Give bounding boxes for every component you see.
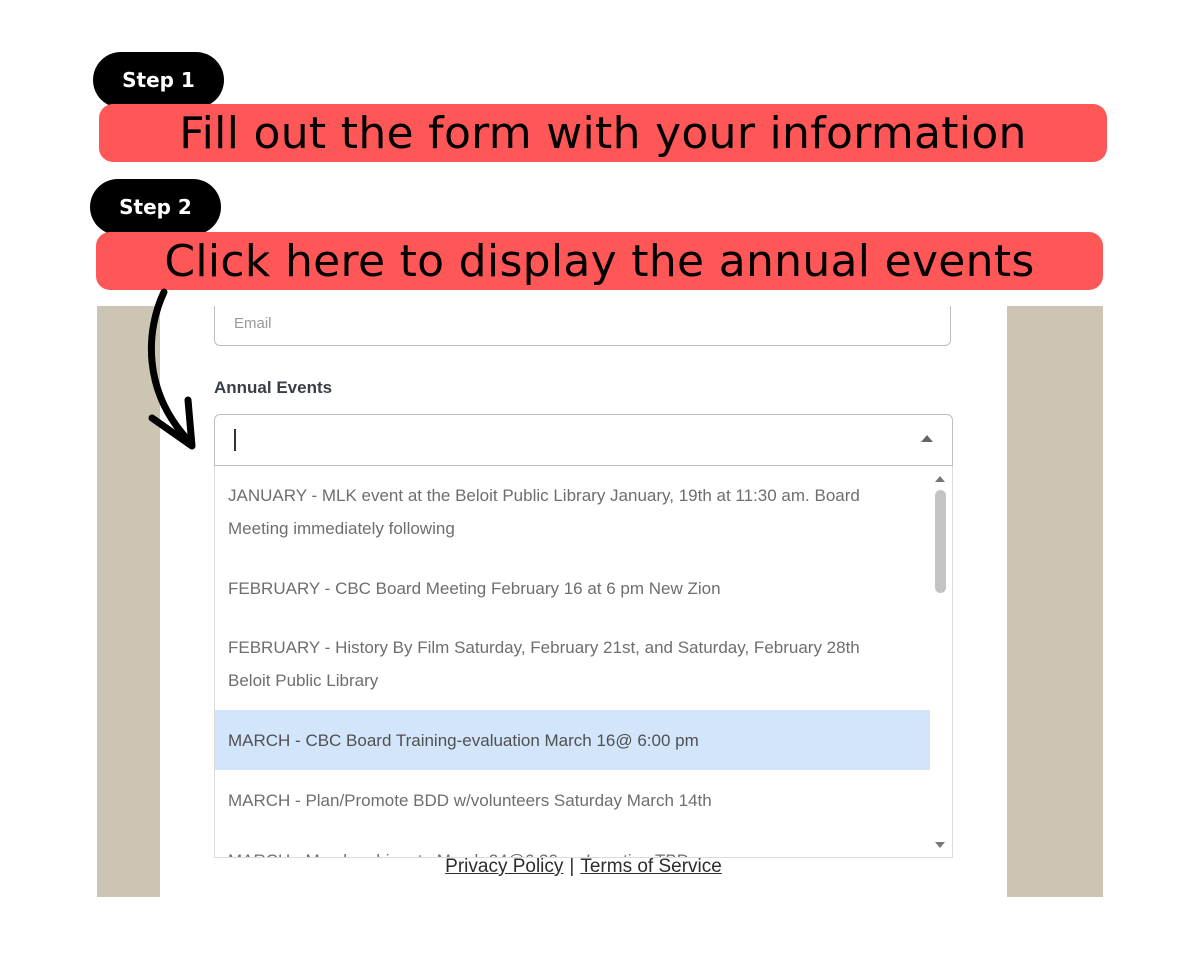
scroll-thumb[interactable] bbox=[935, 490, 946, 593]
email-field[interactable]: Email bbox=[214, 306, 951, 346]
annual-events-label: Annual Events bbox=[214, 378, 333, 397]
annual-events-dropdown[interactable]: JANUARY - MLK event at the Beloit Public… bbox=[214, 466, 953, 858]
options-list: JANUARY - MLK event at the Beloit Public… bbox=[215, 466, 931, 858]
terms-of-service-link[interactable]: Terms of Service bbox=[580, 856, 721, 877]
privacy-policy-link[interactable]: Privacy Policy bbox=[445, 856, 563, 877]
form-panel: Email Annual Events JANUARY - MLK event … bbox=[160, 306, 1007, 897]
footer-links: Privacy Policy | Terms of Service bbox=[160, 856, 1007, 878]
dropdown-option[interactable]: FEBRUARY - CBC Board Meeting February 16… bbox=[215, 558, 931, 618]
text-caret bbox=[234, 429, 236, 451]
step-1-instruction: Fill out the form with your information bbox=[99, 104, 1107, 162]
chevron-up-icon[interactable] bbox=[921, 435, 933, 442]
annual-events-select[interactable] bbox=[214, 414, 953, 466]
dropdown-option[interactable]: MARCH - Membership mtg March 24@6:30pm L… bbox=[215, 830, 931, 858]
footer-separator: | bbox=[569, 856, 575, 877]
step-2-badge: Step 2 bbox=[90, 179, 221, 235]
dropdown-option[interactable]: JANUARY - MLK event at the Beloit Public… bbox=[215, 466, 931, 558]
step-2-instruction: Click here to display the annual events bbox=[96, 232, 1103, 290]
dropdown-option[interactable]: FEBRUARY - History By Film Saturday, Feb… bbox=[215, 618, 931, 710]
dropdown-scrollbar[interactable] bbox=[930, 466, 952, 857]
dropdown-option[interactable]: MARCH - CBC Board Training-evaluation Ma… bbox=[215, 710, 931, 770]
screenshot-frame: Email Annual Events JANUARY - MLK event … bbox=[97, 306, 1103, 897]
dropdown-option[interactable]: MARCH - Plan/Promote BDD w/volunteers Sa… bbox=[215, 770, 931, 830]
scroll-down-icon[interactable] bbox=[935, 842, 945, 848]
scroll-up-icon[interactable] bbox=[935, 476, 945, 482]
step-1-badge: Step 1 bbox=[93, 52, 224, 108]
curved-arrow-icon bbox=[147, 288, 196, 450]
